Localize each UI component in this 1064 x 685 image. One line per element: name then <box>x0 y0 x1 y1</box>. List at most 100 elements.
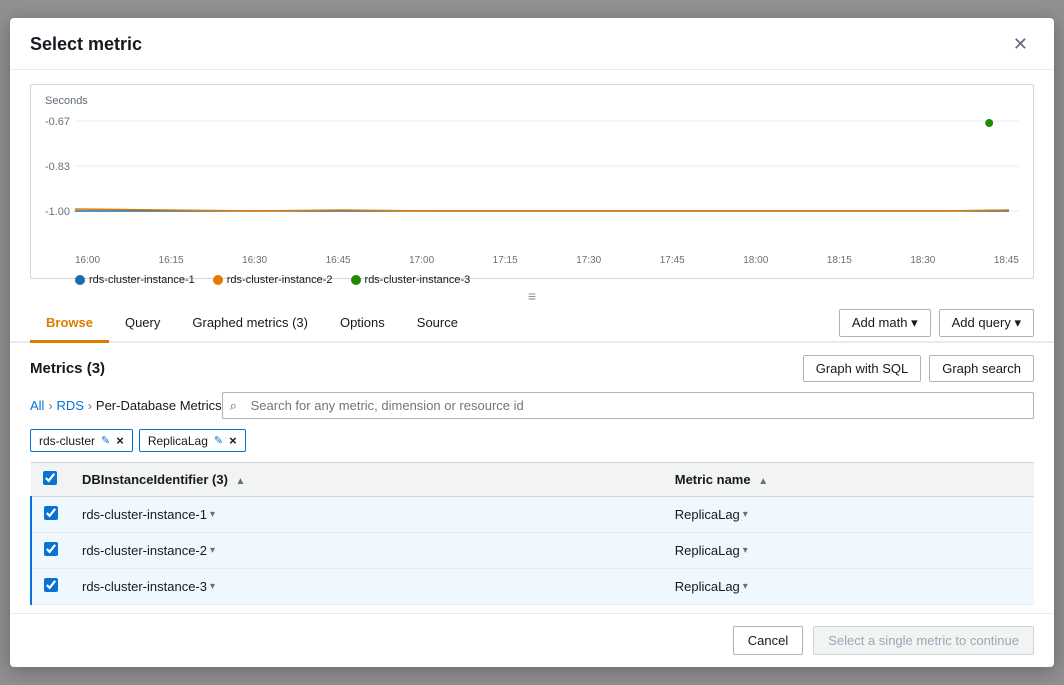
modal: Select metric ✕ Seconds -0.67 -0.83 -1.0… <box>10 18 1054 667</box>
metrics-title: Metrics (3) <box>30 360 105 377</box>
breadcrumb-rds[interactable]: RDS <box>56 398 83 413</box>
table-col-metric: Metric name ▲ <box>663 463 1034 497</box>
search-input[interactable] <box>222 392 1034 419</box>
row2-metric-value: ReplicaLag <box>675 543 740 558</box>
graph-with-sql-button[interactable]: Graph with SQL <box>803 355 922 382</box>
table-body: rds-cluster-instance-1 ▾ ReplicaLag ▾ <box>31 497 1034 605</box>
row2-instance: rds-cluster-instance-2 ▾ <box>70 533 663 569</box>
legend-label-2: rds-cluster-instance-2 <box>227 274 333 286</box>
modal-header: Select metric ✕ <box>10 18 1054 70</box>
search-wrapper: ⌕ <box>222 392 1034 419</box>
row2-instance-value: rds-cluster-instance-2 <box>82 543 207 558</box>
search-icon: ⌕ <box>230 398 237 414</box>
toolbar-buttons: Add math ▾ Add query ▾ <box>839 309 1034 337</box>
legend-label-3: rds-cluster-instance-3 <box>365 274 471 286</box>
add-math-label: Add math ▾ <box>852 315 918 331</box>
tab-options[interactable]: Options <box>324 305 401 343</box>
row3-metric-caret[interactable]: ▾ <box>743 581 748 592</box>
modal-footer: Cancel Select a single metric to continu… <box>10 613 1054 667</box>
modal-overlay: Select metric ✕ Seconds -0.67 -0.83 -1.0… <box>0 0 1064 685</box>
metrics-header: Metrics (3) Graph with SQL Graph search <box>30 355 1034 382</box>
filter-tag-replicalag: ReplicaLag ✎ × <box>139 429 246 452</box>
select-all-checkbox[interactable] <box>43 471 57 485</box>
svg-text:-1.00: -1.00 <box>45 206 70 218</box>
tab-source[interactable]: Source <box>401 305 474 343</box>
filter-tag-rds-cluster-remove[interactable]: × <box>116 433 124 448</box>
tab-browse[interactable]: Browse <box>30 305 109 343</box>
metrics-title-text: Metrics <box>30 360 87 377</box>
row3-instance-caret[interactable]: ▾ <box>210 581 215 592</box>
row3-metric-value: ReplicaLag <box>675 579 740 594</box>
col-instance-sort-icon[interactable]: ▲ <box>236 476 246 487</box>
row3-metric: ReplicaLag ▾ <box>663 569 1034 605</box>
row2-checkbox[interactable] <box>44 542 58 556</box>
table-header-checkbox-cell <box>31 463 70 497</box>
chart-y-label: Seconds <box>45 95 1019 107</box>
add-math-button[interactable]: Add math ▾ <box>839 309 931 337</box>
row2-instance-caret[interactable]: ▾ <box>210 545 215 556</box>
breadcrumb-sep-2: › <box>88 399 92 413</box>
breadcrumb: All › RDS › Per-Database Metrics <box>30 398 222 413</box>
row3-checkbox[interactable] <box>44 578 58 592</box>
row1-checkbox[interactable] <box>44 506 58 520</box>
metrics-action-buttons: Graph with SQL Graph search <box>803 355 1034 382</box>
metrics-section: Metrics (3) Graph with SQL Graph search … <box>10 343 1054 613</box>
table-row[interactable]: rds-cluster-instance-1 ▾ ReplicaLag ▾ <box>31 497 1034 533</box>
row3-instance-value: rds-cluster-instance-3 <box>82 579 207 594</box>
add-query-label: Add query ▾ <box>952 315 1021 331</box>
modal-title: Select metric <box>30 34 142 55</box>
row3-instance: rds-cluster-instance-3 ▾ <box>70 569 663 605</box>
cancel-button[interactable]: Cancel <box>733 626 803 655</box>
legend-item-3: rds-cluster-instance-3 <box>351 274 471 286</box>
chart-legend: rds-cluster-instance-1 rds-cluster-insta… <box>45 274 1019 286</box>
svg-text:-0.83: -0.83 <box>45 161 70 173</box>
filter-tag-rds-cluster-value: rds-cluster <box>39 434 95 448</box>
filter-tag-replicalag-edit[interactable]: ✎ <box>214 434 223 447</box>
tabs-bar: Browse Query Graphed metrics (3) Options… <box>10 305 1054 343</box>
breadcrumb-current: Per-Database Metrics <box>96 398 222 413</box>
breadcrumb-search-row: All › RDS › Per-Database Metrics ⌕ <box>30 392 1034 419</box>
row3-checkbox-cell <box>31 569 70 605</box>
tab-query[interactable]: Query <box>109 305 176 343</box>
row1-instance-caret[interactable]: ▾ <box>210 509 215 520</box>
graph-search-button[interactable]: Graph search <box>929 355 1034 382</box>
legend-item-2: rds-cluster-instance-2 <box>213 274 333 286</box>
row2-metric-caret[interactable]: ▾ <box>743 545 748 556</box>
legend-item-1: rds-cluster-instance-1 <box>75 274 195 286</box>
breadcrumb-sep-1: › <box>48 399 52 413</box>
col-metric-sort-icon[interactable]: ▲ <box>758 476 768 487</box>
row1-metric: ReplicaLag ▾ <box>663 497 1034 533</box>
filter-tag-rds-cluster: rds-cluster ✎ × <box>30 429 133 452</box>
chart-area: Seconds -0.67 -0.83 -1.00 <box>30 84 1034 279</box>
svg-text:-0.67: -0.67 <box>45 116 70 128</box>
filter-tag-replicalag-remove[interactable]: × <box>229 433 237 448</box>
chart-svg: -0.67 -0.83 -1.00 <box>45 111 1019 241</box>
add-query-button[interactable]: Add query ▾ <box>939 309 1034 337</box>
row1-instance-value: rds-cluster-instance-1 <box>82 507 207 522</box>
confirm-button: Select a single metric to continue <box>813 626 1034 655</box>
tab-graphed-metrics[interactable]: Graphed metrics (3) <box>176 305 324 343</box>
row1-checkbox-cell <box>31 497 70 533</box>
row2-checkbox-cell <box>31 533 70 569</box>
legend-dot-1 <box>75 275 85 285</box>
close-button[interactable]: ✕ <box>1007 32 1034 57</box>
col-instance-label: DBInstanceIdentifier (3) <box>82 472 228 487</box>
row1-metric-value: ReplicaLag <box>675 507 740 522</box>
filter-tags: rds-cluster ✎ × ReplicaLag ✎ × <box>30 429 1034 452</box>
metrics-count: (3) <box>87 360 105 377</box>
table-row[interactable]: rds-cluster-instance-3 ▾ ReplicaLag ▾ <box>31 569 1034 605</box>
graph-search-label: Graph search <box>942 361 1021 376</box>
row1-instance: rds-cluster-instance-1 ▾ <box>70 497 663 533</box>
graph-sql-label: Graph with SQL <box>816 361 909 376</box>
row1-metric-caret[interactable]: ▾ <box>743 509 748 520</box>
filter-tag-rds-cluster-edit[interactable]: ✎ <box>101 434 110 447</box>
divider-handle[interactable]: ≡ <box>10 287 1054 305</box>
row2-metric: ReplicaLag ▾ <box>663 533 1034 569</box>
legend-label-1: rds-cluster-instance-1 <box>89 274 195 286</box>
metrics-table: DBInstanceIdentifier (3) ▲ Metric name ▲ <box>30 462 1034 605</box>
table-row[interactable]: rds-cluster-instance-2 ▾ ReplicaLag ▾ <box>31 533 1034 569</box>
table-col-instance: DBInstanceIdentifier (3) ▲ <box>70 463 663 497</box>
breadcrumb-all[interactable]: All <box>30 398 44 413</box>
chart-x-axis: 16:00 16:15 16:30 16:45 17:00 17:15 17:3… <box>45 255 1019 266</box>
legend-dot-2 <box>213 275 223 285</box>
